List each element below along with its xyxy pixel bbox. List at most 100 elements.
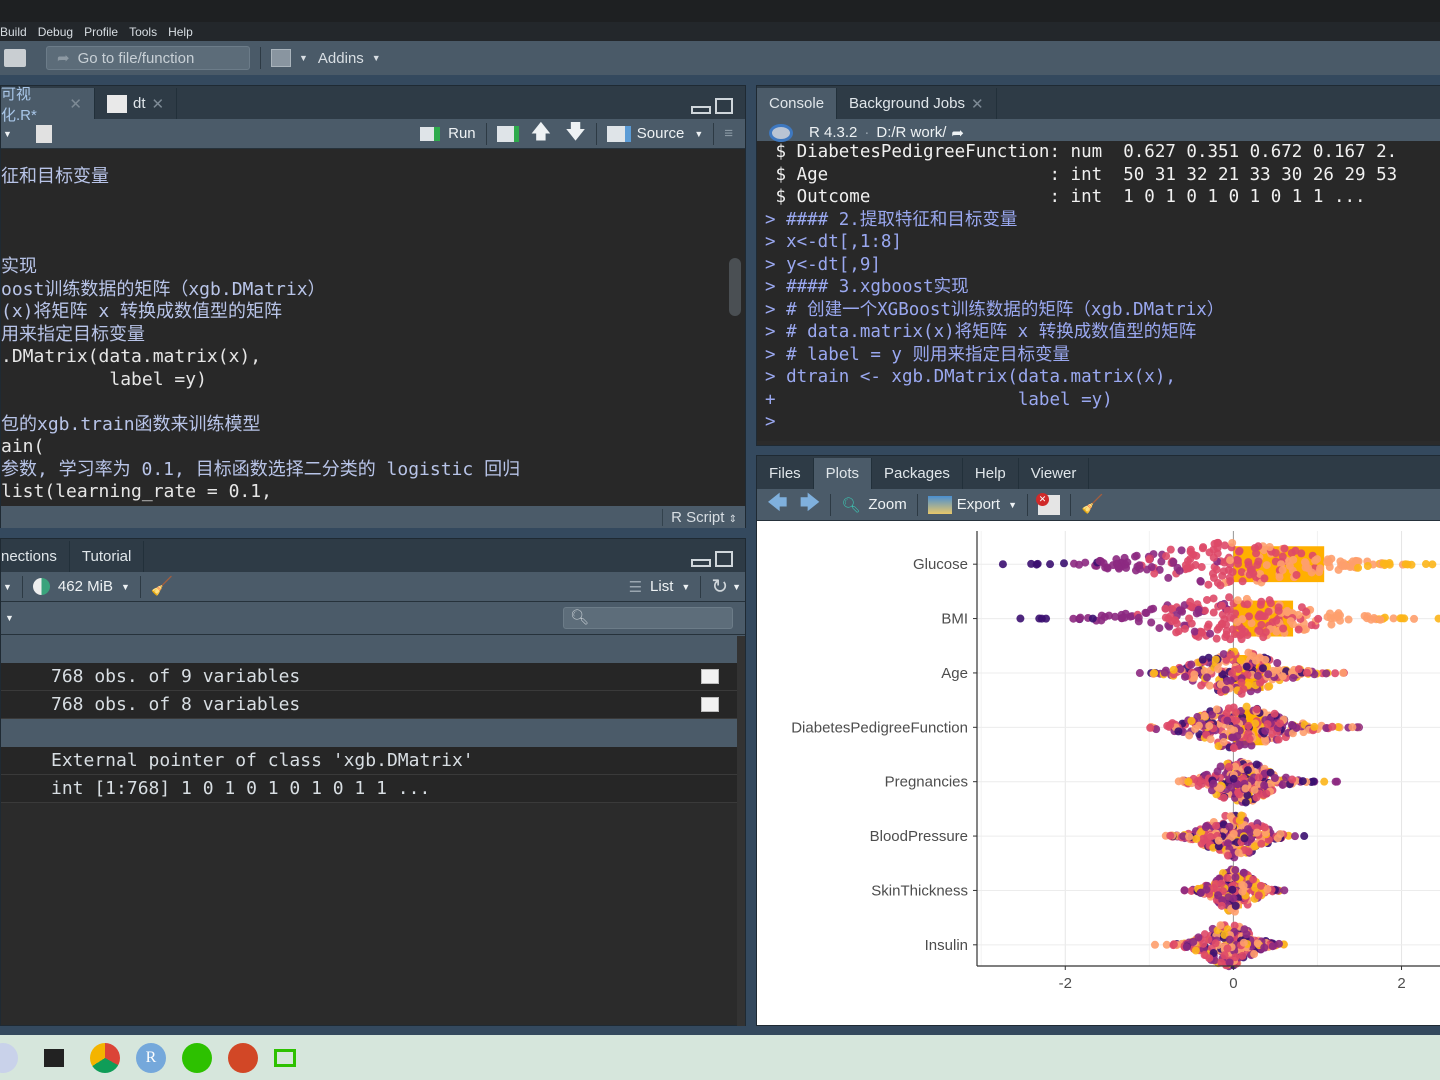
chevron-down-icon[interactable]: ▼ <box>121 582 130 592</box>
remove-plot-icon[interactable]: ✕ <box>1036 492 1061 515</box>
vertical-scrollbar[interactable] <box>729 258 741 316</box>
code-editor[interactable]: 征和目标变量 实现 oost训练数据的矩阵（xgb.DMatrix） (x)将矩阵 x… <box>1 149 745 506</box>
arrow-down-icon[interactable]: 🡇 <box>565 117 586 151</box>
maximize-icon[interactable] <box>715 551 733 567</box>
shap-point <box>1219 738 1228 747</box>
shap-point <box>1203 673 1212 682</box>
console-output[interactable]: $ DiabetesPedigreeFunction: num 0.627 0.… <box>757 141 1440 441</box>
export-button[interactable]: Export <box>957 496 1000 513</box>
wechat-icon[interactable] <box>182 1042 212 1073</box>
shap-point <box>1233 617 1242 626</box>
broom-icon[interactable]: 🧹 <box>151 576 173 597</box>
addins-button[interactable]: Addins <box>318 50 364 67</box>
shap-point <box>1146 723 1155 732</box>
menu-profile[interactable]: Profile <box>84 25 118 39</box>
shap-point <box>1270 709 1279 718</box>
source-icon[interactable] <box>606 125 631 142</box>
tab-packages[interactable]: Packages <box>872 458 963 489</box>
view-data-icon[interactable] <box>701 669 719 684</box>
shap-point <box>1389 614 1398 623</box>
minimize-icon[interactable] <box>691 559 711 567</box>
tab-help[interactable]: Help <box>963 458 1019 489</box>
working-directory[interactable]: D:/R work/ <box>876 124 946 141</box>
shap-point <box>1227 783 1236 792</box>
export-icon[interactable] <box>927 495 952 514</box>
tab-connections[interactable]: nections <box>1 541 70 572</box>
shap-point <box>1339 668 1348 677</box>
shap-point <box>1256 600 1265 609</box>
chevron-down-icon[interactable]: ▼ <box>5 613 14 623</box>
shap-point <box>1270 774 1279 783</box>
tab-plots[interactable]: Plots <box>813 458 873 489</box>
shap-point <box>1289 555 1298 564</box>
chevron-down-icon[interactable]: ▼ <box>694 129 703 139</box>
file-type-label: R Script <box>671 508 725 526</box>
editor-status-bar: R Script ⇕ <box>1 506 745 528</box>
wechat-window-icon[interactable] <box>274 1048 296 1067</box>
shap-point <box>1292 723 1301 732</box>
tab-tutorial[interactable]: Tutorial <box>70 541 145 572</box>
start-icon[interactable] <box>0 1042 18 1073</box>
chevron-down-icon[interactable]: ▼ <box>299 53 308 63</box>
tab-dt[interactable]: dt ✕ <box>95 88 178 119</box>
zoom-icon[interactable]: 🔍︎ <box>841 496 860 514</box>
chevron-down-icon[interactable]: ▼ <box>3 582 12 592</box>
forward-arrow-icon[interactable]: 🡆 <box>800 488 821 522</box>
notebook-icon[interactable] <box>35 124 52 143</box>
run-icon[interactable] <box>420 126 441 141</box>
back-arrow-icon[interactable]: 🡄 <box>767 488 788 522</box>
tab-viewer[interactable]: Viewer <box>1019 458 1090 489</box>
shap-point <box>1250 785 1259 794</box>
shap-point <box>1176 665 1185 674</box>
environment-search-input[interactable]: 🔍︎ <box>563 607 733 629</box>
refresh-icon[interactable]: ↻ <box>711 574 728 599</box>
rerun-icon[interactable] <box>496 125 519 142</box>
vertical-scrollbar[interactable] <box>737 636 745 1026</box>
chevron-down-icon[interactable]: ▼ <box>681 582 690 592</box>
shap-point <box>1180 624 1189 633</box>
menu-build[interactable]: Build <box>0 25 27 39</box>
close-icon[interactable]: ✕ <box>971 95 984 113</box>
source-button[interactable]: Source <box>637 125 685 142</box>
shap-point <box>1239 938 1248 947</box>
layout-grid-icon[interactable] <box>271 49 291 67</box>
broom-icon[interactable]: 🧹 <box>1081 494 1103 515</box>
view-mode-select[interactable]: List <box>650 578 673 595</box>
shap-point <box>1288 775 1297 784</box>
print-icon[interactable] <box>4 49 26 67</box>
chevron-down-icon[interactable]: ▼ <box>732 582 741 592</box>
task-view-icon[interactable] <box>44 1048 64 1067</box>
view-data-icon[interactable] <box>701 697 719 712</box>
file-type-select[interactable]: R Script ⇕ <box>662 508 745 526</box>
tab-script[interactable]: 可视化.R* ✕ <box>1 86 95 124</box>
console-line: > #### 3.xgboost实现 <box>765 277 969 297</box>
zoom-button[interactable]: Zoom <box>868 496 906 513</box>
go-to-directory-icon[interactable]: ➦ <box>951 124 964 142</box>
chevron-down-icon[interactable]: ▼ <box>372 53 381 63</box>
close-icon[interactable]: ✕ <box>152 95 165 113</box>
minimize-icon[interactable] <box>691 106 711 114</box>
memory-usage[interactable]: 462 MiB <box>58 578 113 595</box>
menu-debug[interactable]: Debug <box>38 25 73 39</box>
go-to-file-input[interactable]: ➦ Go to file/function <box>46 46 250 70</box>
tab-files[interactable]: Files <box>757 458 814 489</box>
arrow-up-icon[interactable]: 🡅 <box>531 117 552 151</box>
chrome-icon[interactable] <box>90 1042 120 1073</box>
tab-background-jobs[interactable]: Background Jobs ✕ <box>837 88 997 119</box>
close-icon[interactable]: ✕ <box>69 95 82 113</box>
tab-console[interactable]: Console <box>757 88 838 119</box>
chevron-down-icon[interactable]: ▼ <box>1008 500 1017 510</box>
chevron-down-icon[interactable]: ▼ <box>3 129 12 139</box>
shap-point <box>1244 648 1253 657</box>
run-button[interactable]: Run <box>448 125 476 142</box>
menu-tools[interactable]: Tools <box>129 25 157 39</box>
shap-point <box>1196 888 1205 897</box>
code-line: list(learning_rate = 0.1, <box>1 481 272 502</box>
environment-section-header <box>1 635 745 663</box>
shap-point <box>1244 561 1253 570</box>
outline-icon[interactable]: ≡ <box>724 125 733 142</box>
menu-help[interactable]: Help <box>168 25 193 39</box>
rstudio-icon[interactable]: R <box>136 1042 166 1073</box>
maximize-icon[interactable] <box>715 98 733 114</box>
powerpoint-icon[interactable] <box>228 1042 258 1073</box>
